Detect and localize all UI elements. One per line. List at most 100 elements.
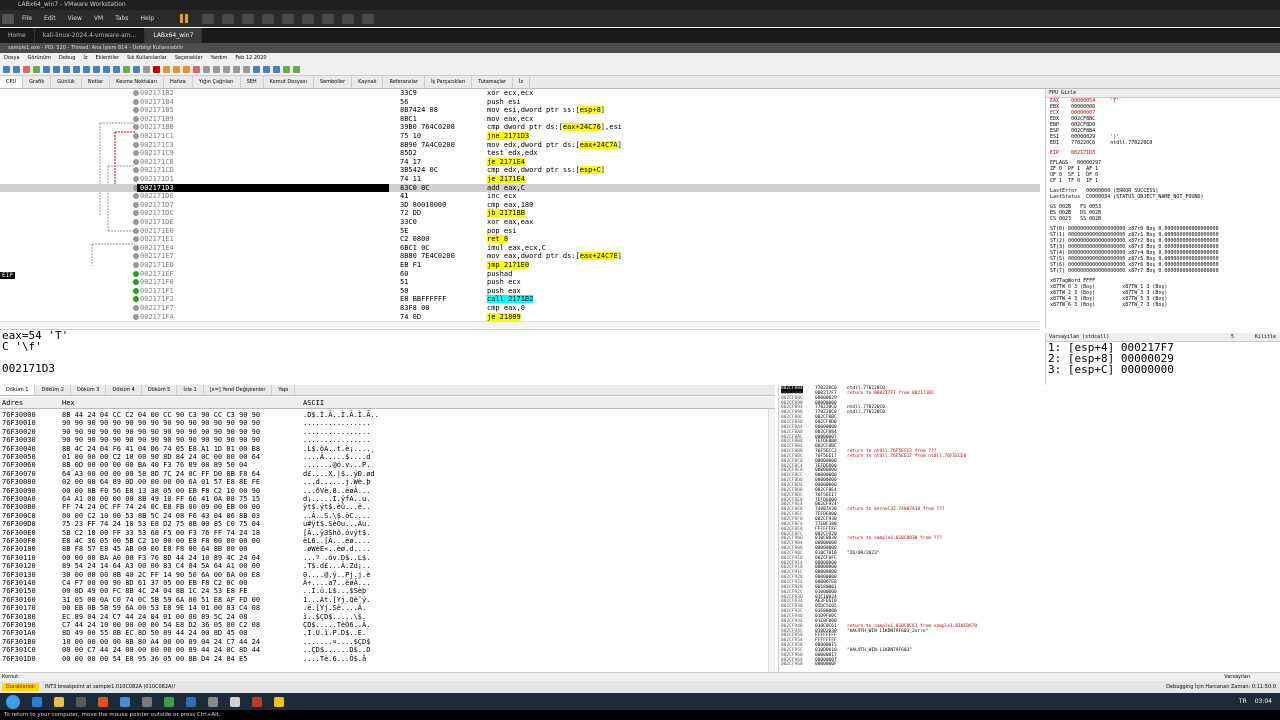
disasm-row[interactable]: 002171D1 74 11 je 2171E4 xyxy=(0,175,1040,184)
dump-pane[interactable]: Adres Hex ASCII 76F30000 8B 44 24 04 CC C… xyxy=(0,397,775,672)
disasm-row[interactable]: 002171F1 50 push eax xyxy=(0,287,1040,296)
argument-row[interactable]: 3: [esp+C] 00000000 xyxy=(1046,364,1280,375)
x64dbg-tab[interactable]: Günlük xyxy=(51,76,82,88)
dump-row[interactable]: 76F30180 EC 89 04 24 C7 44 24 04 01 00 00… xyxy=(0,613,775,621)
command-mode-select[interactable]: Varsayılan xyxy=(1224,673,1280,681)
app-icon-5[interactable] xyxy=(208,696,218,707)
toolbar-button-icon[interactable] xyxy=(3,65,10,73)
disasm-row[interactable]: 002171B4 56 push esi xyxy=(0,98,1040,107)
disasm-row[interactable]: 002171CB 74 17 je 2171E4 xyxy=(0,157,1040,167)
x64dbg-tab[interactable]: Semboller xyxy=(314,76,353,88)
breakpoint-dot-icon[interactable] xyxy=(133,296,139,303)
toolbar-button-icon[interactable] xyxy=(43,65,50,73)
stack-pane[interactable]: 002CF884 770220C0 ntdll.770220C0 002CF888 00… xyxy=(778,385,1280,672)
registers-pane[interactable]: FPU Gizle EAX 00000054 'T' EBX 00000000 EC… xyxy=(1045,89,1280,329)
arguments-pane[interactable]: Varsayılan (stdcall) 5 Kilitle 1: [esp+4… xyxy=(1045,333,1280,385)
vmware-toolbar-icon[interactable] xyxy=(282,13,295,24)
dump-row[interactable]: 76F30080 02 00 00 64 89 0D 00 00 00 00 6A… xyxy=(0,478,775,486)
dump-tab[interactable]: Yapı xyxy=(272,385,296,395)
breakpoint-dot-icon[interactable] xyxy=(133,244,139,251)
vmware-toolbar-icon[interactable] xyxy=(322,13,335,24)
dump-tab[interactable]: [x=] Yerel Değişkenler xyxy=(204,385,273,395)
toolbar-button-icon[interactable] xyxy=(73,65,80,73)
toolbar-button-icon[interactable] xyxy=(203,65,210,73)
toolbar-button-icon[interactable] xyxy=(53,65,60,73)
breakpoint-dot-icon[interactable] xyxy=(133,176,139,182)
dump-row[interactable]: 76F30100 8B F8 57 E8 45 AB 00 00 E8 F8 00… xyxy=(0,545,775,553)
x64dbg-tab[interactable]: Tutamaçlar xyxy=(472,76,513,88)
dump-col-address[interactable]: Adres xyxy=(2,397,23,409)
breakpoint-dot-icon[interactable] xyxy=(133,98,139,105)
vmware-toolbar-icon[interactable] xyxy=(262,13,275,24)
x64dbg-tab[interactable]: Kaynak xyxy=(352,76,384,88)
language-indicator[interactable]: TR xyxy=(1239,698,1247,705)
vmware-menu-item[interactable]: File xyxy=(16,15,38,22)
disasm-row[interactable]: 002171B2 33C9 xor ecx,ecx xyxy=(0,89,1040,98)
breakpoint-dot-icon[interactable] xyxy=(133,201,139,208)
dump-tab[interactable]: Döküm 4 xyxy=(106,385,142,395)
toolbar-button-icon[interactable] xyxy=(93,65,100,73)
vmware-toolbar-icon[interactable] xyxy=(242,13,255,24)
vmware-toolbar-icon[interactable] xyxy=(302,13,315,24)
clock[interactable]: 03:04 xyxy=(1255,698,1272,705)
disasm-row[interactable]: 002171C1 75 10 jne 2171D3 xyxy=(0,132,1040,141)
vmware-menu-item[interactable]: Edit xyxy=(38,15,62,22)
disasm-row[interactable]: 002171D7 3D 80010000 cmp eax,180 xyxy=(0,201,1040,210)
app-icon-6[interactable] xyxy=(230,696,240,707)
x64dbg-tab[interactable]: Grafik xyxy=(23,76,52,88)
dump-row[interactable]: 76F30040 8B 4C 24 04 F6 41 04 06 74 05 E8… xyxy=(0,445,775,453)
app-icon-7[interactable] xyxy=(252,696,262,707)
toolbar-button-icon[interactable] xyxy=(193,65,200,73)
breakpoint-dot-icon[interactable] xyxy=(133,313,139,320)
toolbar-button-icon[interactable] xyxy=(253,65,260,73)
vmware-menu-item[interactable]: VM xyxy=(88,15,109,22)
dump-row[interactable]: 76F30020 90 90 90 90 90 90 90 90 90 90 90… xyxy=(0,428,775,436)
app-icon-4[interactable] xyxy=(186,696,196,707)
disasm-row[interactable]: 002171DC 72 DD jb 2171BB xyxy=(0,209,1040,218)
breakpoint-dot-icon[interactable] xyxy=(133,158,139,165)
dump-row[interactable]: 76F301C0 00 00 C7 44 24 08 00 00 00 00 89… xyxy=(0,646,775,654)
toolbar-button-icon[interactable] xyxy=(63,65,70,73)
disasm-row[interactable]: 002171F2 E8 BBFFFFFF call 2171B2 xyxy=(0,295,1040,304)
vmware-menu-item[interactable]: Tabs xyxy=(109,15,134,22)
vmware-toolbar-icon[interactable] xyxy=(222,13,235,24)
toolbar-button-icon[interactable] xyxy=(103,65,110,73)
dump-scrollbar[interactable] xyxy=(768,409,775,672)
app-icon-1[interactable] xyxy=(120,696,130,707)
vmware-tab[interactable]: kali-linux-2024.4-vmware-am... xyxy=(35,28,146,43)
breakpoint-dot-icon[interactable] xyxy=(133,253,139,260)
breakpoint-dot-icon[interactable] xyxy=(133,270,139,277)
vmware-toolbar-icon[interactable] xyxy=(362,13,375,24)
breakpoint-dot-icon[interactable] xyxy=(133,167,139,174)
breakpoint-dot-icon[interactable] xyxy=(133,305,139,311)
disasm-row[interactable]: 002171F7 83F8 00 cmp eax,0 xyxy=(0,304,1040,313)
app-icon-2[interactable] xyxy=(142,696,152,707)
disasm-row[interactable]: 002171D3 83C0 0C add eax,C xyxy=(0,183,1040,193)
breakpoint-dot-icon[interactable] xyxy=(133,287,139,294)
dump-col-ascii[interactable]: ASCII xyxy=(303,397,324,409)
start-button-icon[interactable] xyxy=(6,694,20,709)
cmd-icon[interactable] xyxy=(76,696,86,707)
disasm-row[interactable]: 002171DE 33C0 xor eax,eax xyxy=(0,218,1040,227)
vmware-tab[interactable]: LABx64_win7 xyxy=(145,28,203,43)
dump-tab[interactable]: Döküm 3 xyxy=(71,385,107,395)
dump-tab[interactable]: Döküm 5 xyxy=(142,385,178,395)
dump-row[interactable]: 76F30090 00 00 8B F0 56 E8 13 38 05 00 EB… xyxy=(0,487,775,495)
x64dbg-tab[interactable]: SEH xyxy=(241,76,264,88)
x64dbg-tab[interactable]: Notlar xyxy=(82,76,111,88)
dump-row[interactable]: 76F30070 64 A3 00 00 00 00 58 8D 7C 24 0C… xyxy=(0,470,775,478)
vmware-tab[interactable]: Home xyxy=(0,28,35,43)
disasm-row[interactable]: 002171BB 39B0 764C0200 cmp dword ptr ds:[e… xyxy=(0,123,1040,132)
x64dbg-menu-item[interactable]: Yardım xyxy=(207,55,232,61)
x64dbg-tab[interactable]: Kesme Noktaları xyxy=(110,76,165,88)
toolbar-button-icon[interactable] xyxy=(243,65,250,73)
x64dbg-tab[interactable]: Referanslar xyxy=(383,76,426,88)
pause-vm-icon[interactable] xyxy=(180,14,189,23)
x64dbg-taskbar-icon[interactable] xyxy=(274,696,284,707)
disassembly-pane[interactable]: EIP 002171B2 33C9 xor ecx,ecx 002171B4 56 pus… xyxy=(0,89,1040,321)
ie-icon[interactable] xyxy=(32,696,42,707)
breakpoint-dot-icon[interactable] xyxy=(133,115,139,122)
vmware-menu-item[interactable]: View xyxy=(62,15,88,22)
x64dbg-tab[interactable]: Komut Dosyası xyxy=(264,76,314,88)
toolbar-button-icon[interactable] xyxy=(223,65,230,73)
